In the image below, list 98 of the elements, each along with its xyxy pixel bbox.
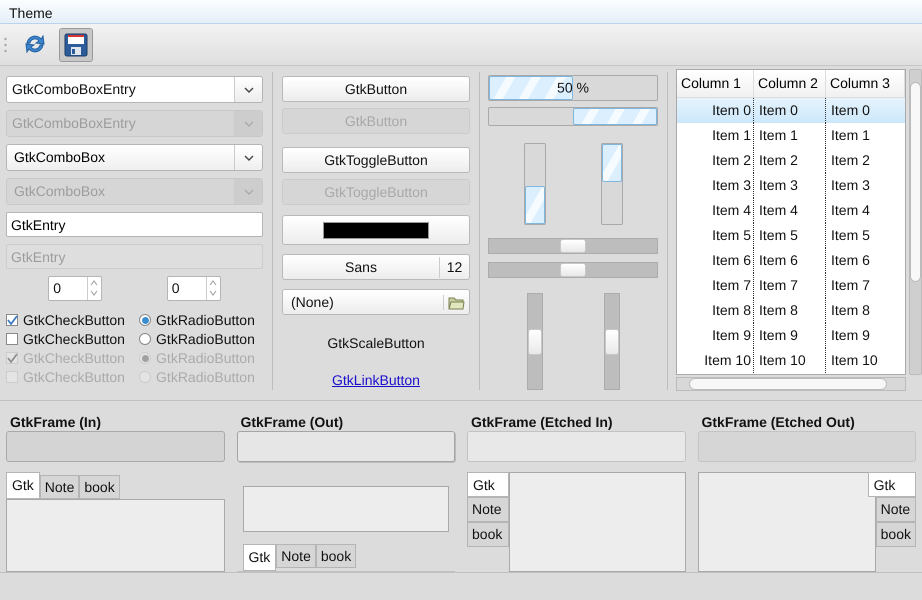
check-button[interactable]: GtkCheckButton [6,311,134,329]
notebook-tab[interactable]: Gtk [467,472,509,497]
tree-cell-text: Item 3 [712,176,751,195]
tree-row[interactable]: Item 9 Item 9 Item 9 [677,323,905,348]
tree-cell-text: Item 2 [712,151,751,170]
column-header[interactable]: Column 2 [754,70,826,97]
tree-cell-text: Item 5 [759,226,798,245]
slider-thumb[interactable] [560,263,586,277]
notebook-tab[interactable]: Gtk [868,472,916,497]
scale-button[interactable]: GtkScaleButton [282,333,470,354]
spin-button[interactable]: 0 [48,276,102,301]
spin-button[interactable]: 0 [166,276,221,301]
tree-cell-text: Item 6 [712,251,751,270]
notebook-tab[interactable]: Note [276,544,316,568]
frame-label: GtkFrame (Etched Out) [700,415,855,430]
file-chooser-button[interactable]: (None) [282,289,470,315]
notebook-tab[interactable]: book [467,522,509,547]
tree-row[interactable]: Item 0 Item 0 Item 0 [677,98,905,123]
notebook-tab[interactable]: Gtk [242,544,276,571]
tree-cell-text: Item 8 [712,301,751,320]
tree-cell-text: Item 7 [831,276,870,295]
tree-cell-text: Item 0 [759,101,798,120]
radio-button[interactable]: GtkRadioButton [139,330,263,348]
progress-bar: 50 % [488,75,658,101]
tree-row[interactable]: Item 10 Item 10 Item 10 [677,348,905,373]
tree-row[interactable]: Item 3 Item 3 Item 3 [677,173,905,198]
slider-thumb[interactable] [528,328,542,354]
tree-cell-text: Item 2 [831,151,870,170]
link-button[interactable]: GtkLinkButton [282,370,470,391]
tree-cell-text: Item 6 [831,251,870,270]
tree-cell-text: Item 3 [831,176,870,195]
tree-cell-text: Item 6 [759,251,798,270]
tree-cell-text: Item 8 [759,301,798,320]
vertical-scrollbar[interactable] [909,69,922,375]
slider-thumb[interactable] [604,328,618,354]
tree-cell-text: Item 8 [831,301,870,320]
notebook-tab[interactable]: Note [467,496,509,522]
column-header[interactable]: Column 1 [677,70,754,97]
tree-cell-text: Item 2 [759,151,798,170]
radio-button[interactable]: GtkRadioButton [139,311,263,329]
frame-label: GtkFrame (In) [9,415,102,430]
tree-cell-text: Item 3 [759,176,798,195]
text-entry[interactable]: GtkEntry [6,212,263,237]
color-button[interactable] [282,215,470,245]
tree-cell-text: Item 1 [759,126,798,145]
notebook-tab[interactable]: Note [40,474,80,499]
font-button[interactable]: Sans 12 [282,254,470,280]
tree-cell-text: Item 10 [704,351,751,370]
frame-label: GtkFrame (Etched In) [470,415,613,430]
tree-cell-text: Item 4 [759,201,798,220]
notebook-tab[interactable]: Note [876,496,916,522]
chevron-down-icon [242,86,254,94]
toolbar-grip[interactable] [4,36,7,54]
tree-cell-text: Item 9 [831,326,870,345]
tree-row[interactable]: Item 7 Item 7 Item 7 [677,273,905,298]
chevron-down-icon [242,154,254,162]
save-button[interactable] [59,28,93,62]
tree-row[interactable]: Item 6 Item 6 Item 6 [677,248,905,273]
tree-row[interactable]: Item 2 Item 2 Item 2 [677,148,905,173]
radio-dot-icon [142,316,149,324]
chevron-down-icon [242,188,254,196]
chevron-down-icon [242,120,254,128]
check-button[interactable]: GtkCheckButton [6,330,134,348]
menu-item[interactable]: Theme [9,5,53,21]
combo-box[interactable]: GtkComboBox [6,144,263,171]
notebook-tab[interactable]: book [876,522,916,547]
radio-dot-icon [142,354,149,362]
tree-cell-text: Item 9 [759,326,798,345]
column-header[interactable]: Column 3 [826,70,905,97]
tree-cell-text: Item 10 [831,351,878,370]
tree-cell-text: Item 7 [759,276,798,295]
push-button[interactable]: GtkButton [282,76,470,102]
tree-cell-text: Item 1 [831,126,870,145]
tree-cell-text: Item 0 [831,101,870,120]
tree-cell-text: Item 0 [712,101,751,120]
tree-cell-text: Item 4 [712,201,751,220]
notebook-tab[interactable]: book [79,474,120,499]
tree-cell-text: Item 5 [712,226,751,245]
tree-row[interactable]: Item 8 Item 8 Item 8 [677,298,905,323]
frame-label: GtkFrame (Out) [240,415,344,430]
tree-row[interactable]: Item 4 Item 4 Item 4 [677,198,905,223]
slider-thumb[interactable] [560,239,586,253]
tree-row[interactable]: Item 5 Item 5 Item 5 [677,223,905,248]
tree-cell-text: Item 5 [831,226,870,245]
tree-cell-text: Item 1 [712,126,751,145]
check-mark-icon [6,315,18,325]
notebook-tab[interactable]: book [316,544,356,568]
combo-box-entry[interactable]: GtkComboBoxEntry [6,76,263,103]
horizontal-scrollbar[interactable] [676,377,906,391]
tree-cell-text: Item 7 [712,276,751,295]
folder-icon [448,294,465,310]
tree-cell-text: Item 4 [831,201,870,220]
tree-cell-text: Item 9 [712,326,751,345]
check-mark-icon [6,353,18,363]
toggle-button[interactable]: GtkToggleButton [282,147,470,173]
tree-cell-text: Item 10 [759,351,806,370]
notebook-tab[interactable]: Gtk [6,472,40,499]
tree-row[interactable]: Item 1 Item 1 Item 1 [677,123,905,148]
